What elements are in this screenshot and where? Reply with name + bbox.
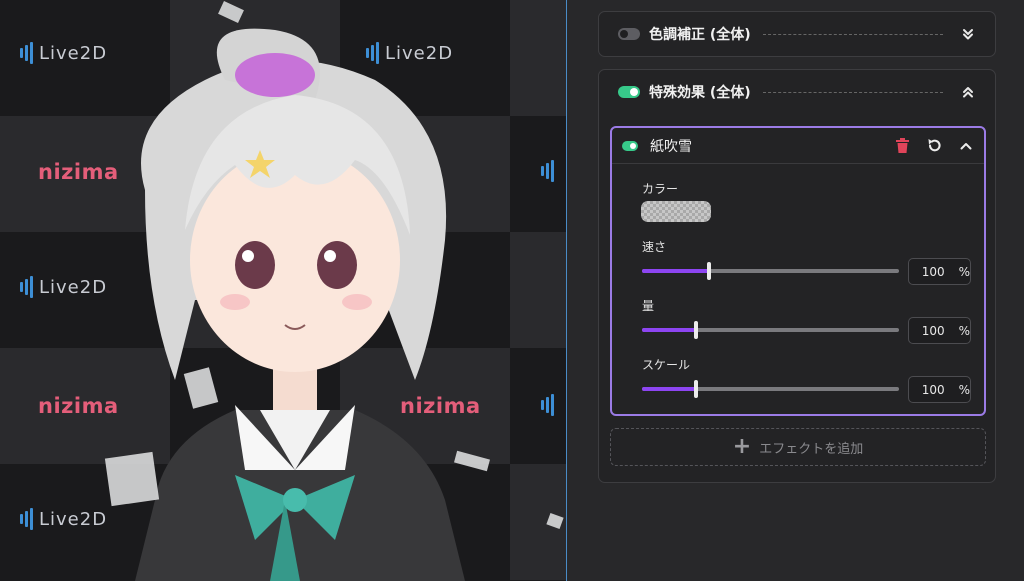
color-correction-card: 色調補正 (全体) xyxy=(598,11,996,57)
header-divider xyxy=(762,33,943,35)
trash-icon xyxy=(895,138,909,153)
confetti-effect-title: 紙吹雪 xyxy=(650,138,692,155)
backdrop-tile xyxy=(510,0,567,116)
scale-value-field[interactable]: 100 % xyxy=(908,376,971,403)
confetti-effect-toggle[interactable] xyxy=(622,140,638,151)
color-correction-toggle[interactable] xyxy=(618,28,640,40)
amount-slider[interactable] xyxy=(642,321,899,339)
speed-slider-thumb[interactable] xyxy=(707,262,711,280)
model-preview[interactable]: Live2D Live2D Live2D Live2D nizima nizim… xyxy=(0,0,567,581)
collapse-button[interactable] xyxy=(958,138,974,154)
effects-panel: 色調補正 (全体) 特殊効果 (全体) 紙吹雪 カラー 速さ 100 % 量 1… xyxy=(567,0,1024,581)
live2d-logo xyxy=(541,394,554,416)
speed-value-field[interactable]: 100 % xyxy=(908,258,971,285)
color-label: カラー xyxy=(642,182,679,196)
reset-button[interactable] xyxy=(926,138,942,154)
amount-value: 100 xyxy=(921,323,945,338)
scale-value: 100 xyxy=(921,382,945,397)
chevron-up-icon xyxy=(960,142,972,149)
double-chevron-up-icon[interactable] xyxy=(961,85,975,99)
backdrop-tile xyxy=(510,348,567,464)
special-effects-card: 特殊効果 (全体) 紙吹雪 カラー 速さ 100 % 量 100 % スケール … xyxy=(598,69,996,483)
confetti-effect-item: 紙吹雪 カラー 速さ 100 % 量 100 % スケール 100 % xyxy=(610,126,986,416)
header-divider xyxy=(762,91,943,93)
amount-unit: % xyxy=(958,323,970,338)
color-swatch[interactable] xyxy=(641,201,711,222)
confetti-piece xyxy=(104,451,160,507)
speed-value: 100 xyxy=(921,264,945,279)
double-chevron-down-icon[interactable] xyxy=(961,27,975,41)
amount-slider-fill xyxy=(642,328,696,332)
special-effects-toggle[interactable] xyxy=(618,86,640,98)
speed-slider-fill xyxy=(642,269,709,273)
backdrop-tile xyxy=(510,232,567,348)
backdrop-tile xyxy=(510,116,567,232)
live2d-mark-icon xyxy=(20,42,33,64)
live2d-mark-icon xyxy=(541,394,554,416)
special-effects-header[interactable]: 特殊効果 (全体) xyxy=(599,70,995,114)
speed-label: 速さ xyxy=(642,240,667,254)
live2d-logo xyxy=(541,160,554,182)
scale-slider[interactable] xyxy=(642,380,899,398)
confetti-effect-header[interactable]: 紙吹雪 xyxy=(612,128,984,164)
scale-unit: % xyxy=(958,382,970,397)
plus-icon: + xyxy=(732,434,752,459)
live2d-mark-icon xyxy=(20,276,33,298)
speed-unit: % xyxy=(958,264,970,279)
add-effect-label: エフェクトを追加 xyxy=(759,441,864,457)
color-correction-header[interactable]: 色調補正 (全体) xyxy=(599,12,995,56)
amount-label: 量 xyxy=(642,299,655,313)
reset-icon xyxy=(928,139,941,152)
speed-slider[interactable] xyxy=(642,262,899,280)
scale-slider-fill xyxy=(642,387,696,391)
delete-button[interactable] xyxy=(894,138,910,154)
scale-label: スケール xyxy=(642,358,691,372)
scale-slider-thumb[interactable] xyxy=(694,380,698,398)
live2d-mark-icon xyxy=(20,508,33,530)
live2d-mark-icon xyxy=(541,160,554,182)
color-correction-title: 色調補正 (全体) xyxy=(649,27,751,43)
amount-value-field[interactable]: 100 % xyxy=(908,317,971,344)
amount-slider-thumb[interactable] xyxy=(694,321,698,339)
add-effect-button[interactable]: + エフェクトを追加 xyxy=(610,428,986,466)
special-effects-title: 特殊効果 (全体) xyxy=(649,85,751,101)
